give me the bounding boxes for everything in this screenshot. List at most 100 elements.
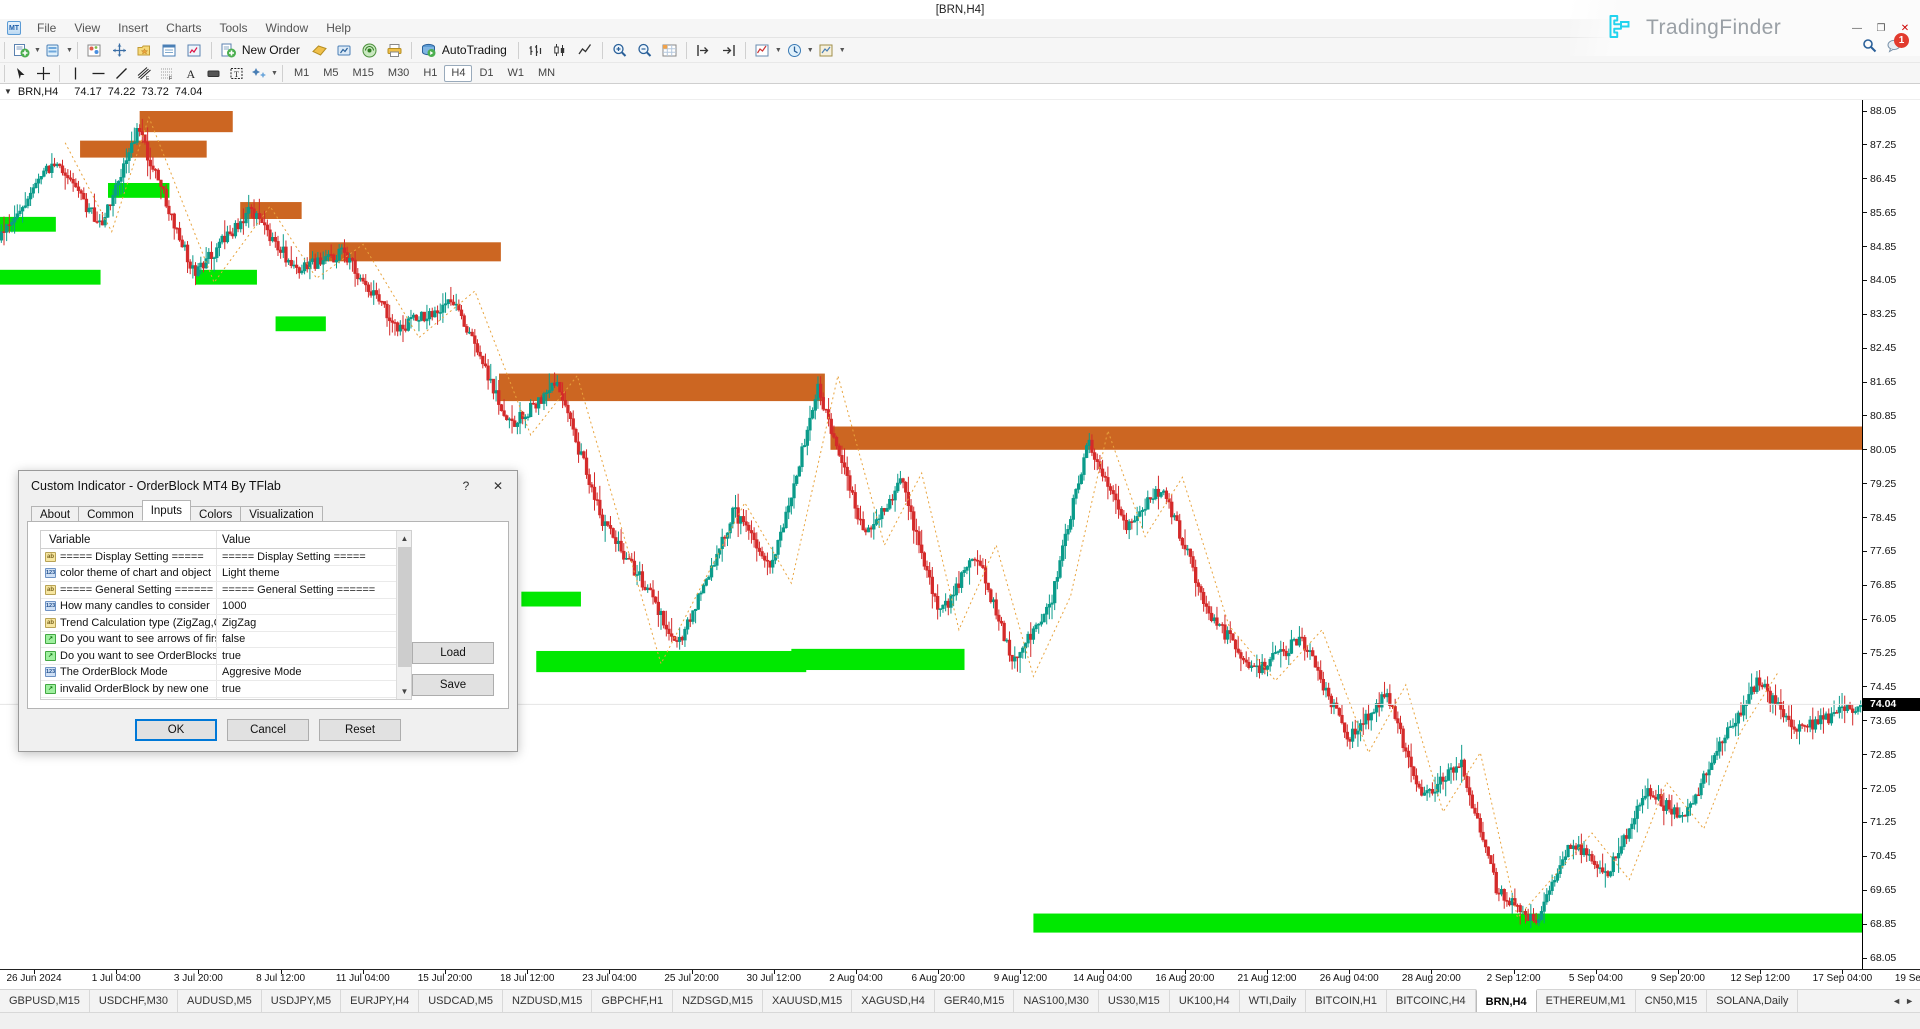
indicators-dropdown-caret[interactable]: ▼ xyxy=(775,47,782,54)
cancel-button[interactable]: Cancel xyxy=(227,719,309,741)
dialog-help-button[interactable]: ? xyxy=(451,475,481,497)
symbol-tab-bitcoin-h1[interactable]: BITCOIN,H1 xyxy=(1306,990,1387,1012)
symbol-tab-xauusd-m15[interactable]: XAUUSD,M15 xyxy=(763,990,852,1012)
inputs-grid-row[interactable]: ab===== Display Setting ========== Displ… xyxy=(41,549,396,566)
inputs-grid-row[interactable]: 123The OrderBlock ModeAggresive Mode xyxy=(41,665,396,682)
scroll-up-icon[interactable]: ▲ xyxy=(397,531,412,546)
autotrading-button[interactable]: AutoTrading xyxy=(417,40,513,61)
symbol-tab-eurjpy-h4[interactable]: EURJPY,H4 xyxy=(341,990,419,1012)
templates-icon[interactable] xyxy=(815,40,838,61)
menu-item-file[interactable]: File xyxy=(28,19,65,37)
inputs-grid-row[interactable]: abTrend Calculation type (ZigZag,Candle)… xyxy=(41,615,396,632)
symbol-tab-uk100-h4[interactable]: UK100,H4 xyxy=(1170,990,1240,1012)
templates-dropdown-caret[interactable]: ▼ xyxy=(839,47,846,54)
input-value-cell[interactable]: Light theme xyxy=(217,566,279,582)
input-value-cell[interactable]: false xyxy=(217,632,245,648)
timeframe-mn[interactable]: MN xyxy=(531,65,562,82)
signals-icon[interactable] xyxy=(358,40,381,61)
input-value-cell[interactable]: ===== General Setting ====== xyxy=(217,582,375,598)
menu-item-insert[interactable]: Insert xyxy=(109,19,157,37)
zoom-in-icon[interactable] xyxy=(608,40,631,61)
menu-item-view[interactable]: View xyxy=(65,19,109,37)
dialog-tab-inputs[interactable]: Inputs xyxy=(142,500,191,521)
scroll-down-icon[interactable]: ▼ xyxy=(397,684,412,699)
price-axis[interactable]: 88.0587.2586.4585.6584.8584.0583.2582.45… xyxy=(1862,100,1920,969)
child-minimize-button[interactable]: — xyxy=(1846,20,1868,36)
timeframe-d1[interactable]: D1 xyxy=(472,65,500,82)
timeframe-m5[interactable]: M5 xyxy=(316,65,345,82)
inputs-grid-row[interactable]: ↗invalid OrderBlock by new onetrue xyxy=(41,681,396,698)
new-chart-dropdown-caret[interactable]: ▼ xyxy=(34,47,41,54)
dialog-close-button[interactable]: ✕ xyxy=(483,475,513,497)
mql5-community-icon[interactable] xyxy=(333,40,356,61)
profiles-icon[interactable] xyxy=(42,40,65,61)
save-button[interactable]: Save xyxy=(412,674,494,696)
new-chart-icon[interactable] xyxy=(10,40,33,61)
timeframe-m30[interactable]: M30 xyxy=(381,65,416,82)
grid-icon[interactable] xyxy=(658,40,681,61)
indicators-icon[interactable] xyxy=(751,40,774,61)
equidistant-channel-icon[interactable]: E xyxy=(134,63,155,84)
label-icon[interactable] xyxy=(203,63,224,84)
shapes-icon[interactable] xyxy=(249,63,270,84)
symbol-tab-nas100-m30[interactable]: NAS100,M30 xyxy=(1014,990,1098,1012)
input-value-cell[interactable]: ZigZag xyxy=(217,615,256,631)
symbol-tab-cn50-m15[interactable]: CN50,M15 xyxy=(1636,990,1708,1012)
symbol-tab-wti-daily[interactable]: WTI,Daily xyxy=(1240,990,1307,1012)
menu-item-window[interactable]: Window xyxy=(257,19,318,37)
menu-item-help[interactable]: Help xyxy=(317,19,360,37)
symbol-tab-usdjpy-m5[interactable]: USDJPY,M5 xyxy=(262,990,341,1012)
timeframe-m1[interactable]: M1 xyxy=(287,65,316,82)
symbol-tab-usdchf-m30[interactable]: USDCHF,M30 xyxy=(90,990,178,1012)
symbol-tab-bitcoinc-h4[interactable]: BITCOINC,H4 xyxy=(1387,990,1476,1012)
custom-indicator-dialog[interactable]: Custom Indicator - OrderBlock MT4 By TFl… xyxy=(18,470,518,752)
bar-chart-icon[interactable] xyxy=(524,40,547,61)
fibonacci-retracement-icon[interactable]: F xyxy=(157,63,178,84)
shift-end-icon[interactable] xyxy=(692,40,715,61)
input-value-cell[interactable]: true xyxy=(217,648,241,664)
input-value-cell[interactable]: 1000 xyxy=(217,599,246,615)
crosshair-icon[interactable] xyxy=(33,63,54,84)
data-window-icon[interactable] xyxy=(158,40,181,61)
terminal-icon[interactable] xyxy=(183,40,206,61)
new-order-button[interactable]: New Order xyxy=(217,40,306,61)
timeframe-w1[interactable]: W1 xyxy=(501,65,532,82)
input-value-cell[interactable]: true xyxy=(217,681,241,697)
symbol-tab-next-icon[interactable]: ► xyxy=(1905,996,1914,1006)
notifications-icon[interactable]: 1 xyxy=(1887,38,1902,56)
search-icon[interactable] xyxy=(1862,38,1877,56)
input-value-cell[interactable]: ===== Display Setting ===== xyxy=(217,549,366,565)
reset-button[interactable]: Reset xyxy=(319,719,401,741)
trendline-icon[interactable] xyxy=(111,63,132,84)
text-box-icon[interactable]: T xyxy=(226,63,247,84)
symbol-tab-audusd-m5[interactable]: AUDUSD,M5 xyxy=(178,990,262,1012)
timeframe-h4[interactable]: H4 xyxy=(444,65,472,82)
symbol-tab-nzdusd-m15[interactable]: NZDUSD,M15 xyxy=(503,990,592,1012)
minimize-button[interactable]: – xyxy=(1782,0,1828,19)
print-icon[interactable] xyxy=(383,40,406,61)
symbol-tab-xagusd-h4[interactable]: XAGUSD,H4 xyxy=(852,990,935,1012)
cursor-icon[interactable] xyxy=(10,63,31,84)
text-icon[interactable]: A xyxy=(180,63,201,84)
crosshair-icon[interactable] xyxy=(108,40,131,61)
inputs-grid-scrollbar[interactable]: ▲ ▼ xyxy=(396,531,411,699)
timeframe-m15[interactable]: M15 xyxy=(346,65,381,82)
symbol-tab-prev-icon[interactable]: ◄ xyxy=(1892,996,1901,1006)
input-value-cell[interactable]: Aggresive Mode xyxy=(217,665,302,681)
menu-item-tools[interactable]: Tools xyxy=(211,19,257,37)
market-watch-icon[interactable] xyxy=(83,40,106,61)
child-close-button[interactable]: ✕ xyxy=(1894,20,1916,36)
auto-scroll-icon[interactable] xyxy=(717,40,740,61)
child-restore-button[interactable]: ❐ xyxy=(1870,20,1892,36)
symbol-tab-us30-m15[interactable]: US30,M15 xyxy=(1099,990,1170,1012)
candlestick-chart-icon[interactable] xyxy=(549,40,572,61)
symbol-tab-solana-daily[interactable]: SOLANA,Daily xyxy=(1707,990,1798,1012)
inputs-grid-row[interactable]: ↗Do you want to see arrows of first cycl… xyxy=(41,632,396,649)
maximize-button[interactable]: ❐ xyxy=(1828,0,1874,19)
close-button[interactable]: ✕ xyxy=(1874,0,1920,19)
profiles-dropdown-caret[interactable]: ▼ xyxy=(66,47,73,54)
inputs-grid-row[interactable]: 123color theme of chart and objectLight … xyxy=(41,566,396,583)
inputs-grid-row[interactable]: ab===== General Setting =========== Gene… xyxy=(41,582,396,599)
periods-dropdown-caret[interactable]: ▼ xyxy=(807,47,814,54)
inputs-grid-row[interactable]: 123How many candles to consider1000 xyxy=(41,599,396,616)
